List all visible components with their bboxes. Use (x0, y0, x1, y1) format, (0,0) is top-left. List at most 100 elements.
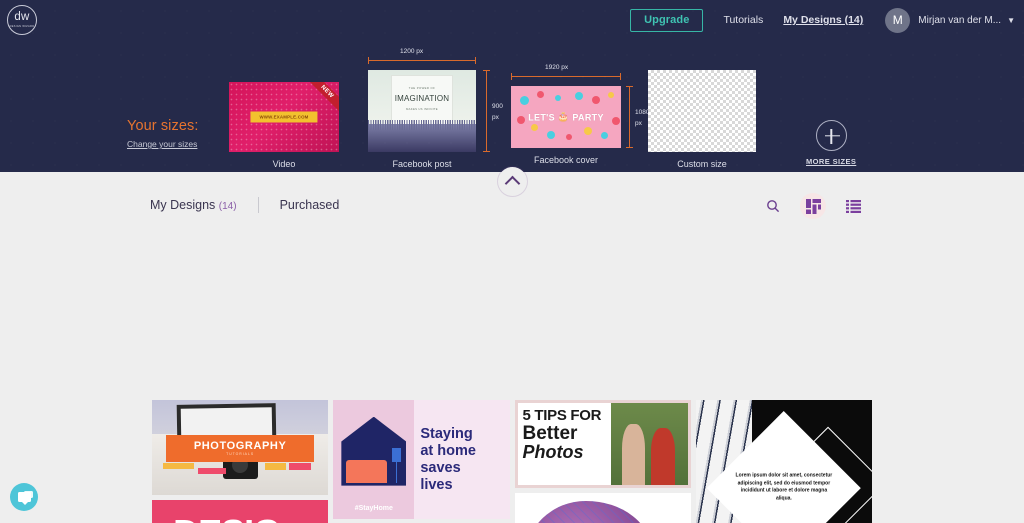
balloon-dot (566, 134, 572, 141)
designs-grid: PHOTOGRAPHY TUTORIALS DESIG ALL NEW GRAP… (152, 400, 872, 523)
dimension-line-height (629, 86, 630, 148)
stay-home-line2: at home (420, 442, 476, 459)
facebook-cover-thumbnail: LET'S 🎂 PARTY (511, 86, 621, 148)
dimension-cap (368, 57, 369, 64)
photography-subtitle: TUTORIALS (226, 452, 255, 457)
tab-my-designs[interactable]: My Designs (14) (150, 198, 237, 212)
balloon-dot (592, 95, 601, 104)
balloon-dot (583, 126, 592, 135)
more-sizes-label: MORE SIZES (806, 157, 857, 166)
artwork-text: Staying at home saves lives (414, 400, 509, 519)
dimension-cap (511, 73, 512, 80)
artwork-bottom (368, 120, 476, 152)
size-card-label-video: Video (272, 159, 296, 169)
sizes-panel: dw DESIGN WIZARD Upgrade Tutorials My De… (0, 0, 1024, 172)
grid-view-button[interactable] (800, 193, 826, 219)
tips-line3: Photos (522, 442, 584, 462)
search-icon (767, 200, 780, 213)
collapse-panel-button[interactable] (498, 167, 527, 196)
header-actions: Upgrade Tutorials My Designs (14) M Mirj… (630, 7, 1024, 33)
list-view-icon (845, 199, 861, 213)
dimension-cap (626, 147, 633, 148)
stay-home-line3: saves (420, 460, 461, 476)
dimension-label-height-unit: px (635, 120, 642, 127)
size-card-label-custom: Custom size (677, 159, 727, 169)
dimension-cap (626, 86, 633, 87)
artwork-note (197, 468, 226, 475)
artwork-line2: IMAGINATION (394, 93, 450, 103)
your-sizes-title: Your sizes: (127, 118, 199, 134)
tips-line1: 5 TIPS FOR (522, 407, 602, 424)
avatar[interactable]: M (885, 7, 911, 33)
video-url-overlay: WWW.EXAMPLE.COM (250, 111, 318, 123)
artwork-note (264, 462, 286, 470)
tips-text: 5 TIPS FOR Better Photos (518, 403, 612, 485)
dimension-cap (620, 73, 621, 80)
view-toolbar (760, 193, 866, 219)
artwork-note (289, 462, 311, 470)
artwork-illustration: #StayHome (333, 400, 415, 519)
dimension-label-width: 1920 px (545, 64, 569, 71)
dimension-cap (475, 57, 476, 64)
design-tile-five-tips[interactable]: 5 TIPS FOR Better Photos (514, 400, 691, 488)
size-card-video[interactable]: WWW.EXAMPLE.COM NEW Video (229, 82, 339, 169)
balloon-dot (574, 91, 583, 100)
sofa-icon (346, 459, 387, 484)
more-sizes-button[interactable]: MORE SIZES (806, 120, 856, 166)
marble-body-text: Lorem ipsum dolor sit amet, consectetur … (735, 472, 833, 502)
chat-bubble-secondary-icon (24, 491, 33, 498)
chat-widget-button[interactable] (10, 483, 38, 511)
logo-text: dw (14, 11, 30, 23)
dimension-line-width (368, 60, 476, 61)
tips-photo (611, 403, 688, 485)
lamp-icon (391, 447, 402, 462)
facebook-post-thumbnail: THE POWER OF IMAGINATION MAKES US INFINI… (368, 70, 476, 152)
plus-icon[interactable] (815, 120, 847, 151)
tips-line2: Better (522, 423, 578, 444)
list-view-button[interactable] (840, 193, 866, 219)
chevron-down-icon[interactable]: ▼ (1007, 16, 1015, 25)
design-tile-design-agency[interactable]: DESIG ALL NEW GRAPHIC DESIGN ADVERTISING… (152, 500, 329, 523)
design-big-text: DESIG (173, 512, 281, 523)
grid-view-icon (805, 198, 821, 214)
design-tile-photography[interactable]: PHOTOGRAPHY TUTORIALS (152, 400, 329, 495)
size-card-list: WWW.EXAMPLE.COM NEW Video 1200 px 900 px… (0, 46, 1024, 171)
search-button[interactable] (760, 193, 786, 219)
party-text-left: LET'S (528, 112, 555, 122)
dimension-label-width: 1200 px (400, 48, 424, 55)
dimension-cap (483, 70, 490, 71)
custom-size-thumbnail (648, 70, 756, 152)
heart-illustration (525, 500, 652, 523)
tab-purchased[interactable]: Purchased (280, 198, 340, 212)
balloon-dot (516, 115, 525, 124)
design-tile-stay-home[interactable]: #StayHome Staying at home saves lives (333, 400, 510, 519)
nav-link-tutorials[interactable]: Tutorials (723, 14, 763, 26)
design-tile-marble-diamond[interactable]: Lorem ipsum dolor sit amet, consectetur … (695, 400, 872, 523)
dimension-label-height: 900 (492, 103, 503, 110)
artwork-line3: MAKES US INFINITE (405, 106, 438, 111)
size-card-facebook-cover[interactable]: 1920 px 1080 px LET'S 🎂 PARTY Facebook c… (511, 64, 649, 165)
dimension-cap (483, 151, 490, 152)
balloon-dot (601, 131, 609, 139)
balloon-dot (555, 94, 561, 101)
party-overlay: LET'S 🎂 PARTY (528, 112, 604, 123)
cake-icon: 🎂 (557, 111, 570, 122)
app-logo[interactable]: dw DESIGN WIZARD (7, 5, 37, 35)
stay-home-line1: Staying (420, 425, 473, 442)
artwork-banner: PHOTOGRAPHY TUTORIALS (166, 435, 315, 462)
chevron-up-icon (504, 175, 521, 191)
upgrade-button[interactable]: Upgrade (630, 8, 704, 32)
artwork-line1: THE POWER OF (408, 85, 436, 90)
party-text-right: PARTY (572, 112, 604, 122)
size-card-facebook-post[interactable]: 1200 px 900 px THE POWER OF IMAGINATION … (368, 48, 503, 169)
user-name: Mirjan van der M... (918, 14, 1002, 26)
artwork-note (162, 462, 195, 469)
designs-tabs: My Designs (14) Purchased (150, 197, 339, 213)
change-sizes-link[interactable]: Change your sizes (127, 139, 197, 149)
design-tile-heart[interactable]: FIR (514, 493, 691, 523)
video-thumbnail: WWW.EXAMPLE.COM NEW (229, 82, 339, 152)
stay-home-line4: lives (420, 477, 453, 494)
nav-link-my-designs[interactable]: My Designs (14) (783, 14, 863, 26)
size-card-custom[interactable]: Custom size (648, 70, 756, 169)
dimension-label-height-unit: px (492, 114, 499, 121)
